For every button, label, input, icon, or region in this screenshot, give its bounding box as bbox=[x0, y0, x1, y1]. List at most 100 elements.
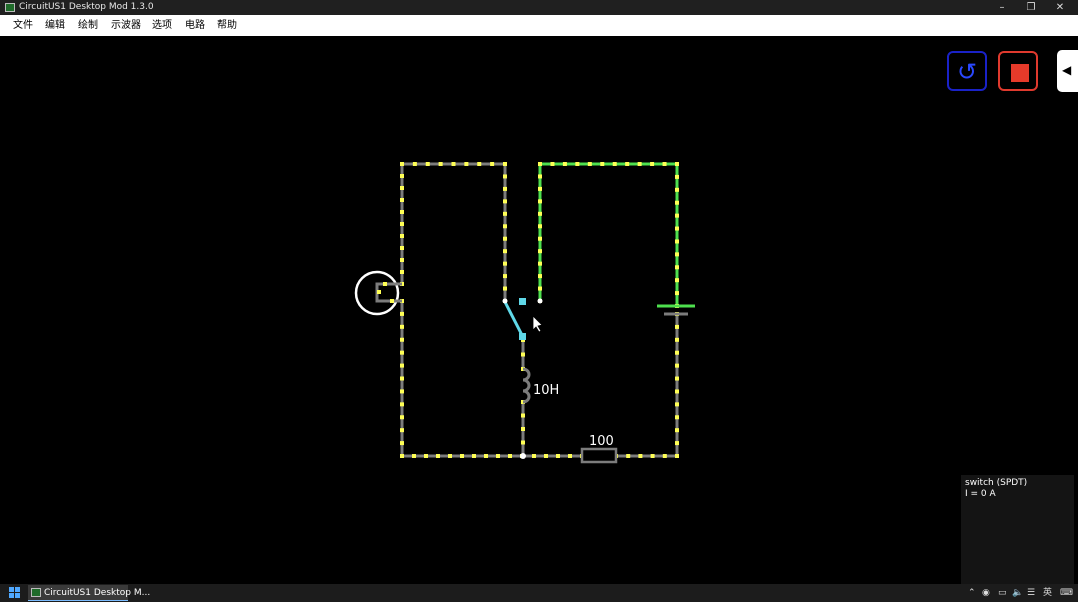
current-dot bbox=[675, 428, 679, 433]
current-dot bbox=[521, 352, 525, 357]
current-dot bbox=[587, 162, 592, 166]
current-dot bbox=[662, 162, 667, 166]
current-dot bbox=[675, 337, 679, 342]
current-dot bbox=[675, 350, 679, 355]
current-dot bbox=[503, 174, 507, 179]
inductor-label: 10H bbox=[533, 383, 559, 398]
current-dot bbox=[503, 236, 507, 241]
switch-terminal-left[interactable] bbox=[502, 298, 508, 304]
tray-display-icon[interactable]: ▭ bbox=[998, 584, 1007, 602]
windows-start-icon[interactable] bbox=[9, 587, 21, 599]
mouse-cursor bbox=[532, 315, 543, 333]
current-dot bbox=[650, 162, 655, 166]
taskbar: CircuitUS1 Desktop M... ⌃ ◉ ▭ 🔈 ☰ 英 ⌨ bbox=[0, 584, 1078, 602]
reset-icon: ↺ bbox=[956, 58, 978, 86]
current-dot bbox=[464, 162, 469, 166]
current-dot bbox=[675, 252, 679, 257]
current-dot bbox=[400, 337, 404, 342]
inductor-coil[interactable] bbox=[522, 367, 531, 404]
current-dot bbox=[412, 162, 417, 166]
current-dot bbox=[503, 211, 507, 216]
current-dot bbox=[400, 363, 404, 368]
current-dot bbox=[400, 234, 404, 238]
current-dot bbox=[400, 222, 404, 226]
collapse-left-icon: ◀ bbox=[1062, 63, 1072, 77]
current-dot bbox=[400, 162, 404, 166]
switch-handle-top[interactable] bbox=[519, 298, 526, 305]
current-dot bbox=[412, 454, 416, 458]
current-dot bbox=[637, 162, 642, 166]
current-dot bbox=[400, 198, 404, 202]
current-dot bbox=[556, 454, 560, 458]
reset-button[interactable]: ↺ bbox=[947, 51, 987, 91]
current-dot bbox=[503, 249, 507, 254]
current-dot bbox=[460, 454, 464, 458]
current-dot bbox=[496, 454, 500, 458]
current-dot bbox=[451, 162, 456, 166]
current-dot bbox=[400, 210, 404, 214]
current-dot bbox=[538, 211, 542, 216]
current-dot bbox=[436, 454, 440, 458]
current-dot bbox=[400, 324, 404, 329]
current-dot bbox=[503, 162, 507, 166]
current-dot bbox=[538, 199, 542, 204]
current-dot bbox=[400, 454, 404, 458]
current-dot bbox=[503, 274, 507, 279]
current-dot bbox=[503, 224, 507, 229]
current-dot bbox=[544, 454, 548, 458]
circuit-diagram[interactable]: 10H 100 bbox=[0, 0, 1078, 602]
switch-handle-bottom[interactable] bbox=[519, 333, 526, 340]
current-dot bbox=[400, 402, 404, 407]
current-dot bbox=[484, 454, 488, 458]
current-dot bbox=[575, 162, 580, 166]
switch-terminal-right[interactable] bbox=[537, 298, 543, 304]
tray-ime-indicator[interactable]: 英 bbox=[1043, 584, 1052, 602]
current-dot bbox=[508, 454, 512, 458]
info-current: I = 0 A bbox=[965, 489, 996, 499]
current-dot bbox=[521, 413, 525, 418]
current-dot bbox=[538, 224, 542, 229]
current-dot bbox=[675, 441, 679, 446]
current-dot bbox=[650, 454, 655, 458]
tray-keyboard-icon[interactable]: ⌨ bbox=[1060, 584, 1073, 602]
current-dot bbox=[400, 428, 404, 433]
current-dot bbox=[521, 427, 525, 431]
current-dot bbox=[675, 376, 679, 381]
taskbar-app-button[interactable]: CircuitUS1 Desktop M... bbox=[28, 585, 150, 601]
current-dot bbox=[538, 236, 542, 241]
current-dot bbox=[625, 162, 630, 166]
current-dot bbox=[400, 270, 404, 274]
element-info-panel: switch (SPDT) I = 0 A bbox=[961, 475, 1074, 584]
current-dot bbox=[612, 162, 617, 166]
current-dot bbox=[400, 258, 404, 262]
tray-security-icon[interactable]: ◉ bbox=[982, 584, 990, 602]
tray-overflow-icon[interactable]: ⌃ bbox=[968, 584, 976, 602]
current-dot bbox=[675, 415, 679, 420]
current-dot bbox=[472, 454, 476, 458]
current-dot bbox=[675, 402, 679, 407]
current-dot bbox=[675, 174, 679, 179]
current-dot bbox=[538, 286, 542, 291]
tray-network-icon[interactable]: ☰ bbox=[1027, 584, 1035, 602]
current-dot bbox=[675, 226, 679, 231]
current-dot bbox=[521, 440, 525, 445]
current-dot bbox=[675, 389, 679, 394]
switch-lever[interactable] bbox=[503, 301, 525, 338]
current-dot bbox=[638, 454, 643, 458]
current-dot bbox=[675, 239, 679, 244]
resistor-body[interactable] bbox=[580, 447, 618, 464]
current-dot bbox=[675, 200, 679, 205]
current-dot bbox=[400, 311, 404, 316]
current-dot bbox=[675, 187, 679, 192]
stop-button[interactable] bbox=[998, 51, 1038, 91]
current-dot bbox=[675, 278, 679, 283]
current-dot bbox=[532, 454, 536, 458]
current-dot bbox=[550, 162, 555, 166]
current-dot bbox=[538, 174, 542, 179]
current-dot bbox=[538, 162, 542, 166]
current-dot bbox=[568, 454, 572, 458]
current-dot bbox=[538, 261, 542, 266]
side-panel-toggle[interactable]: ◀ bbox=[1057, 50, 1078, 92]
tray-volume-icon[interactable]: 🔈 bbox=[1012, 584, 1023, 602]
app-taskbar-icon bbox=[31, 588, 41, 597]
